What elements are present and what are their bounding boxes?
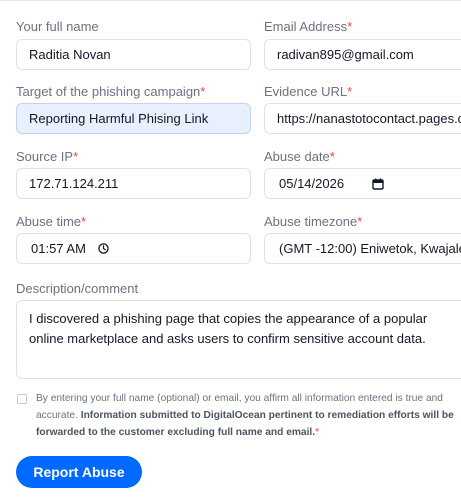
required-mark: *	[73, 149, 79, 164]
full-name-input[interactable]: Raditia Novan	[16, 39, 251, 70]
abuse-time-label: Abuse time*	[16, 214, 87, 229]
abuse-date-label: Abuse date*	[264, 149, 335, 164]
email-label: Email Address*	[264, 19, 353, 34]
required-mark: *	[315, 427, 320, 438]
required-mark: *	[357, 214, 363, 229]
top-divider	[0, 0, 461, 1]
calendar-icon[interactable]	[372, 178, 384, 190]
full-name-label: Your full name	[16, 19, 99, 34]
abuse-date-input[interactable]: 05/14/2026	[264, 168, 461, 199]
required-mark: *	[81, 214, 87, 229]
required-mark: *	[347, 19, 353, 34]
abuse-timezone-select[interactable]: (GMT -12:00) Eniwetok, Kwajale	[264, 233, 461, 264]
source-ip-label: Source IP*	[16, 149, 79, 164]
evidence-url-input[interactable]: https://nanastotocontact.pages.de	[264, 103, 461, 134]
report-abuse-button[interactable]: Report Abuse	[16, 456, 142, 488]
source-ip-input[interactable]: 172.71.124.211	[16, 168, 251, 199]
abuse-time-input[interactable]: 01:57 AM	[16, 233, 251, 264]
email-input[interactable]: radivan895@gmail.com	[264, 39, 461, 70]
description-label: Description/comment	[16, 281, 139, 296]
required-mark: *	[347, 84, 353, 99]
abuse-timezone-label: Abuse timezone*	[264, 214, 363, 229]
consent-checkbox[interactable]	[17, 394, 27, 404]
clock-icon[interactable]	[98, 243, 109, 254]
required-mark: *	[329, 149, 335, 164]
target-input[interactable]: Reporting Harmful Phising Link	[16, 103, 251, 134]
consent-bold-text: Information submitted to DigitalOcean pe…	[36, 410, 454, 438]
description-textarea[interactable]: I discovered a phishing page that copies…	[16, 300, 461, 379]
required-mark: *	[200, 84, 206, 99]
target-label: Target of the phishing campaign*	[16, 84, 206, 99]
evidence-url-label: Evidence URL*	[264, 84, 353, 99]
consent-text: By entering your full name (optional) or…	[36, 393, 454, 438]
